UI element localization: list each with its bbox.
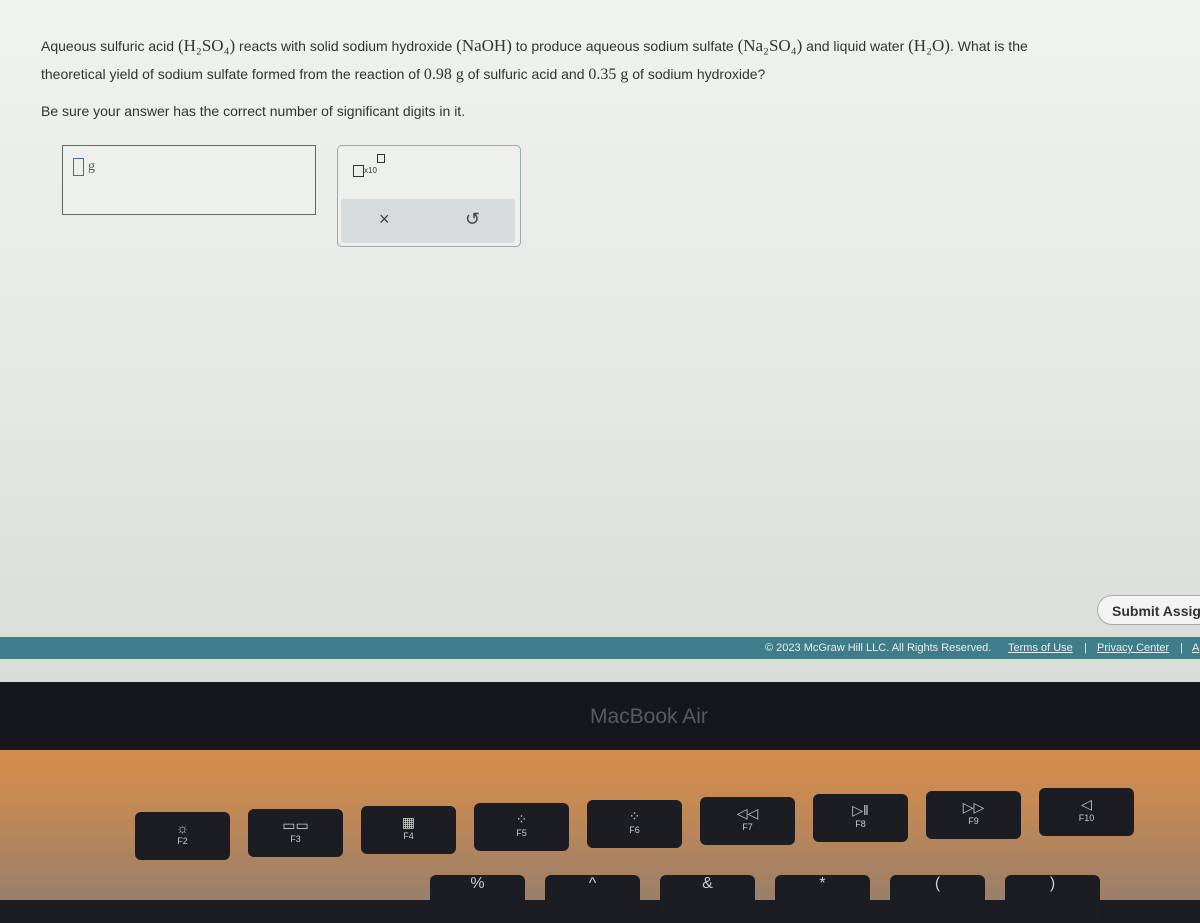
key[interactable]: % bbox=[430, 875, 525, 923]
key-label: F9 bbox=[968, 816, 979, 826]
key-f5[interactable]: ⁘ F5 bbox=[474, 803, 569, 851]
separator: | bbox=[1084, 642, 1087, 654]
key-label: F10 bbox=[1078, 813, 1095, 823]
key-label: ( bbox=[934, 875, 941, 892]
key-icon: ☼ bbox=[176, 820, 189, 836]
key-icon: ◁◁ bbox=[736, 805, 759, 821]
key-label: * bbox=[819, 875, 826, 892]
base-mass: 0.35 g bbox=[588, 66, 629, 83]
key-f2[interactable]: ☼ F2 bbox=[135, 812, 230, 860]
key[interactable]: & bbox=[660, 875, 755, 923]
key-label: ^ bbox=[588, 875, 597, 892]
key-label: F4 bbox=[403, 831, 414, 841]
key-label: F8 bbox=[855, 819, 866, 829]
text: and liquid water bbox=[802, 38, 909, 54]
unit-label: g bbox=[88, 159, 95, 174]
separator: | bbox=[1180, 642, 1183, 654]
question-line-1: Aqueous sulfuric acid (H₂SO₄) reacts wit… bbox=[41, 36, 1028, 56]
key-label: ) bbox=[1049, 875, 1056, 892]
acid-mass: 0.98 g bbox=[423, 66, 464, 83]
text: Aqueous sulfuric acid bbox=[41, 38, 178, 54]
key-icon: ▭▭ bbox=[282, 817, 309, 833]
terms-link[interactable]: Terms of Use bbox=[1008, 637, 1073, 659]
key-label: F5 bbox=[516, 828, 527, 838]
key[interactable]: ^ bbox=[545, 875, 640, 923]
key-label: F2 bbox=[177, 836, 188, 846]
copyright: © 2023 McGraw Hill LLC. All Rights Reser… bbox=[765, 642, 992, 654]
text: theoretical yield of sodium sulfate form… bbox=[41, 66, 424, 82]
instruction: Be sure your answer has the correct numb… bbox=[41, 103, 466, 119]
key-icon: ◁ bbox=[1081, 796, 1092, 812]
question-line-2: theoretical yield of sodium sulfate form… bbox=[41, 66, 765, 84]
privacy-link[interactable]: Privacy Center bbox=[1097, 637, 1169, 659]
key-icon: ▦ bbox=[401, 814, 416, 830]
key[interactable]: ( bbox=[890, 875, 985, 923]
submit-assignment-button[interactable]: Submit Assig bbox=[1097, 595, 1200, 625]
key-icon: ⁘ bbox=[628, 808, 641, 824]
salt-formula: (Na₂SO₄) bbox=[737, 36, 803, 55]
math-tools-panel: x10 × ↺ bbox=[337, 145, 521, 247]
water-formula: (H₂O) bbox=[908, 36, 950, 55]
key-label: % bbox=[470, 875, 485, 892]
key-icon: ▷▷ bbox=[962, 799, 985, 815]
key-f8[interactable]: ▷‖ F8 bbox=[813, 794, 908, 842]
key-label: F7 bbox=[742, 822, 753, 832]
footer: © 2023 McGraw Hill LLC. All Rights Reser… bbox=[0, 637, 1200, 659]
key[interactable]: * bbox=[775, 875, 870, 923]
key-f3[interactable]: ▭▭ F3 bbox=[248, 809, 343, 857]
key-f6[interactable]: ⁘ F6 bbox=[587, 800, 682, 848]
key-label: & bbox=[702, 875, 713, 892]
more-link[interactable]: A bbox=[1192, 637, 1199, 659]
text: of sodium hydroxide? bbox=[628, 66, 766, 82]
base-formula: (NaOH) bbox=[456, 36, 512, 55]
key-f9[interactable]: ▷▷ F9 bbox=[926, 791, 1021, 839]
keyboard: ☼ F2 ▭▭ F3 ▦ F4 ⁘ F5 ⁘ F6 ◁◁ F7 ▷‖ F8 ▷▷ F9 ◁ F10% ^ & *() bbox=[0, 750, 1200, 923]
exponent-box-icon bbox=[376, 154, 385, 163]
tool-actions: × ↺ bbox=[341, 199, 515, 243]
text: reacts with solid sodium hydroxide bbox=[235, 38, 457, 54]
reset-icon[interactable]: ↺ bbox=[465, 209, 480, 230]
text: to produce aqueous sodium sulfate bbox=[511, 38, 738, 54]
text: . What is the bbox=[949, 38, 1028, 54]
laptop-brand: MacBook Air bbox=[590, 705, 708, 728]
key-icon: ⁘ bbox=[515, 811, 528, 827]
key[interactable]: ) bbox=[1005, 875, 1100, 923]
scientific-notation-button[interactable]: x10 bbox=[353, 154, 385, 177]
key-label: F6 bbox=[629, 825, 640, 835]
answer-box[interactable]: g bbox=[62, 145, 316, 215]
mantissa-box-icon bbox=[353, 164, 364, 177]
answer-input[interactable] bbox=[73, 158, 84, 176]
key-f4[interactable]: ▦ F4 bbox=[361, 806, 456, 854]
clear-icon[interactable]: × bbox=[379, 209, 390, 230]
key-f7[interactable]: ◁◁ F7 bbox=[700, 797, 795, 845]
key-icon: ▷‖ bbox=[852, 802, 869, 818]
acid-formula: (H₂SO₄) bbox=[177, 36, 236, 55]
key-label: F3 bbox=[290, 834, 301, 844]
text: of sulfuric acid and bbox=[463, 66, 589, 82]
browser-screen: Aqueous sulfuric acid (H₂SO₄) reacts wit… bbox=[0, 0, 1200, 682]
key-f10[interactable]: ◁ F10 bbox=[1039, 788, 1134, 836]
x10-label: x10 bbox=[364, 166, 377, 175]
